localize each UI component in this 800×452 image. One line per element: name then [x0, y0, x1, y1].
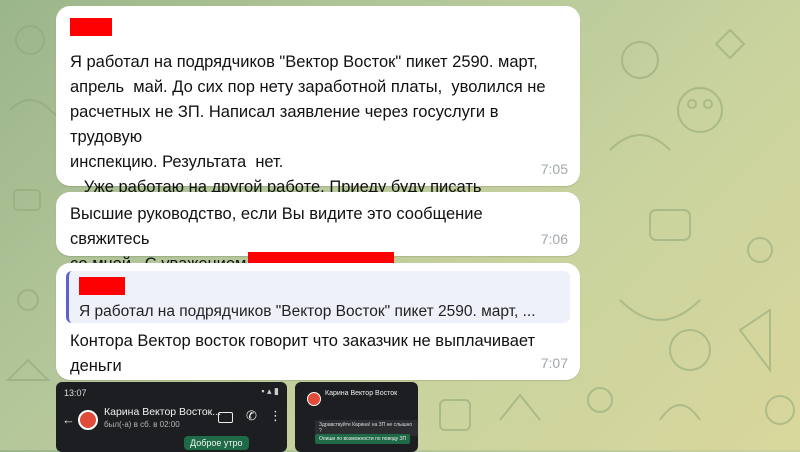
redacted-reply-author — [79, 277, 125, 295]
message-time: 7:06 — [540, 231, 568, 247]
contact-last-seen: был(-а) в сб. в 02:00 — [104, 420, 180, 429]
contact-name: Карина Вектор Восток... — [104, 406, 222, 418]
back-arrow-icon: ← — [62, 412, 75, 427]
message-bubble-1[interactable]: Я работал на подрядчиков "Вектор Восток"… — [56, 6, 580, 246]
attached-screenshot-1[interactable]: 13:07 ▪ ▴ ▮ ← Карина Вектор Восток... бы… — [56, 382, 287, 452]
reply-quote[interactable]: Я работал на подрядчиков "Вектор Восток"… — [66, 271, 570, 323]
status-bar-icons: ▪ ▴ ▮ — [261, 386, 279, 396]
message-bubble-2[interactable]: Высшие руководство, если Вы видите это с… — [56, 192, 580, 274]
chat-message-preview: Доброе утро — [184, 436, 249, 450]
message-bubble-3[interactable]: Я работал на подрядчиков "Вектор Восток"… — [56, 263, 580, 380]
contact-avatar — [78, 410, 98, 430]
contact-name: Карина Вектор Восток — [325, 390, 398, 397]
contact-avatar — [307, 392, 321, 406]
chat-message-preview: Опиши по возможности по поводу ЗП — [315, 434, 411, 444]
message-time: 7:05 — [540, 161, 568, 177]
phone-call-icon: ✆ — [246, 408, 257, 423]
redacted-sender-name — [70, 18, 112, 36]
message-text: Контора Вектор восток говорит что заказч… — [70, 332, 536, 375]
video-call-icon — [218, 412, 233, 423]
attached-screenshot-2[interactable]: Карина Вектор Восток Здравствуйте Карина… — [295, 382, 418, 452]
status-bar-time: 13:07 — [64, 388, 87, 398]
reply-preview-text: Я работал на подрядчиков "Вектор Восток"… — [79, 303, 536, 320]
message-time: 7:07 — [540, 355, 568, 371]
more-options-icon: ⋮ — [269, 408, 282, 423]
